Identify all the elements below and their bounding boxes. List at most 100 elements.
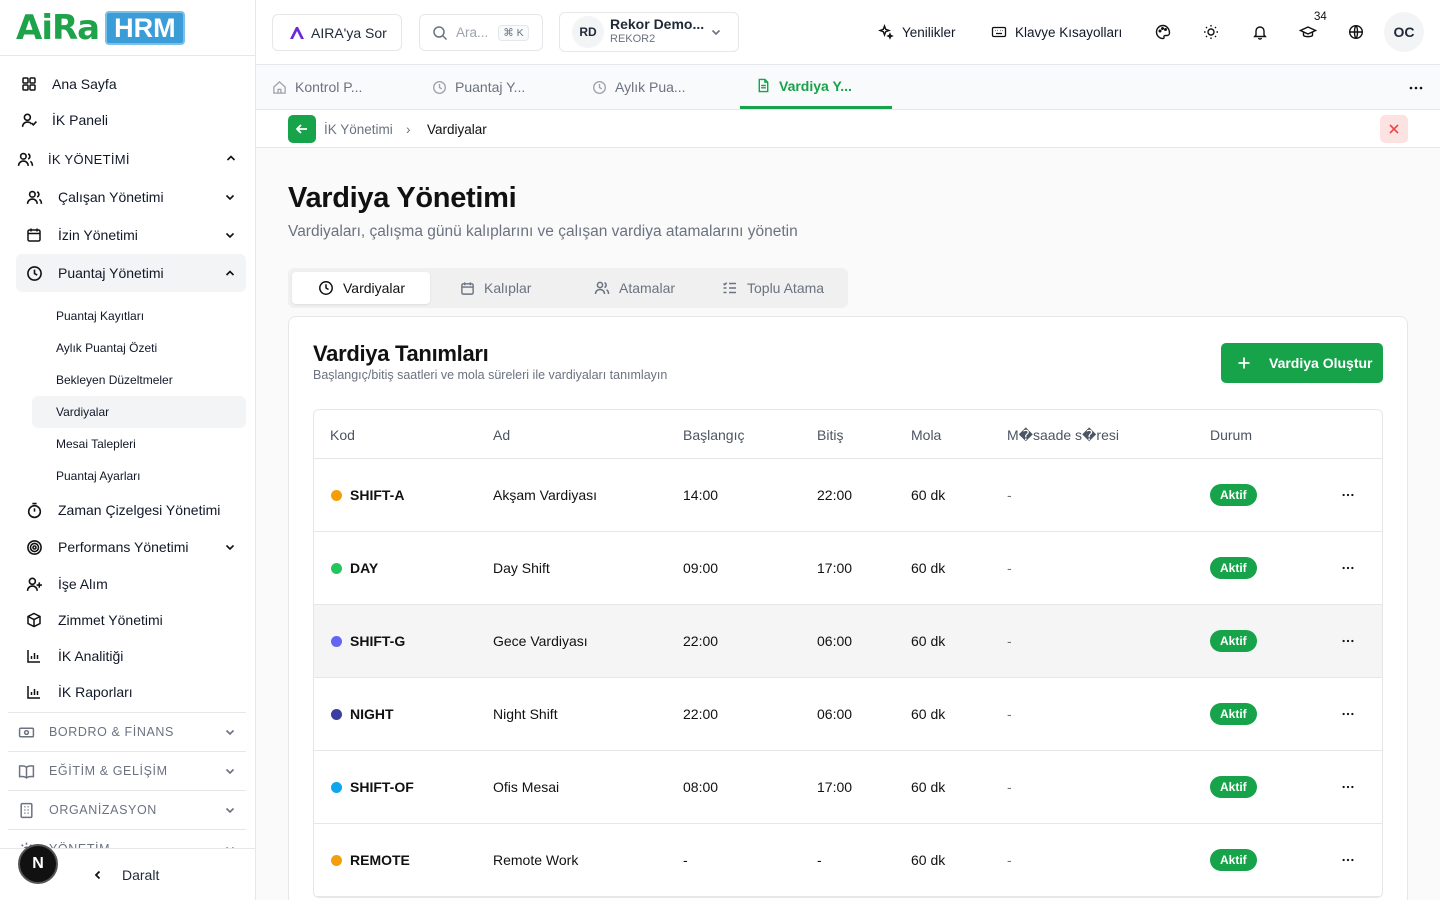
sidebar-leaf-vardiyalar[interactable]: Vardiyalar	[32, 396, 246, 428]
sidebar-item-ik-raporlari[interactable]: İK Raporları	[16, 674, 246, 710]
search-icon	[432, 25, 448, 41]
users-icon	[594, 280, 610, 296]
sidebar-item-label: Performans Yönetimi	[58, 539, 189, 555]
row-actions-icon[interactable]	[1338, 558, 1358, 578]
tab-vardiyalar[interactable]: Vardiyalar	[292, 272, 430, 304]
table-row[interactable]: DAY Day Shift 09:00 17:00 60 dk - Aktif	[314, 532, 1382, 605]
news-button[interactable]: Yenilikler	[878, 0, 956, 64]
table-header: Kod Ad Başlangıç Bitiş Mola M�saade s�re…	[314, 410, 1382, 459]
users-icon	[16, 150, 34, 168]
sidebar-leaf-aylik-puantaj-ozeti[interactable]: Aylık Puantaj Özeti	[32, 332, 246, 364]
create-shift-label: Vardiya Oluştur	[1269, 355, 1373, 371]
tab-label: Atamalar	[619, 280, 676, 296]
chevron-down-icon	[224, 540, 236, 556]
sidebar-item-ik-analitigi[interactable]: İK Analitiği	[16, 638, 246, 674]
tab-kaliplar[interactable]: Kalıplar	[434, 272, 564, 304]
palette-icon[interactable]	[1155, 0, 1171, 64]
sidebar-leaf-puantaj-ayarlari[interactable]: Puantaj Ayarları	[32, 460, 246, 492]
shift-start: 22:00	[683, 633, 719, 649]
sidebar-item-label: İşe Alım	[58, 576, 108, 592]
shift-name: Ofis Mesai	[493, 779, 560, 795]
row-actions-icon[interactable]	[1338, 631, 1358, 651]
company-switcher[interactable]: RD Rekor Demo... REKOR2	[559, 12, 739, 52]
row-actions-icon[interactable]	[1338, 485, 1358, 505]
sidebar-group-organizasyon[interactable]: ORGANİZASYON	[8, 790, 246, 829]
sidebar-item-performans-yonetimi[interactable]: Performans Yönetimi	[16, 528, 246, 566]
shift-start: 14:00	[683, 487, 719, 503]
row-actions-icon[interactable]	[1338, 704, 1358, 724]
bell-icon[interactable]	[1252, 0, 1268, 64]
card-title: Vardiya Tanımları	[313, 341, 489, 366]
column-header-musaade-suresi[interactable]: M�saade s�resi	[1007, 427, 1119, 444]
target-icon	[26, 539, 44, 556]
close-page-button[interactable]	[1380, 115, 1408, 143]
sidebar-item-puantaj-yonetimi[interactable]: Puantaj Yönetimi	[16, 254, 246, 292]
user-avatar[interactable]: OC	[1384, 12, 1424, 52]
sidebar-item-ise-alim[interactable]: İşe Alım	[16, 566, 246, 602]
shift-grace: -	[1007, 852, 1012, 868]
theme-toggle-sun-icon[interactable]	[1203, 0, 1219, 64]
keyboard-shortcuts-button[interactable]: Klavye Kısayolları	[991, 0, 1122, 64]
globe-icon[interactable]	[1348, 0, 1364, 64]
list-check-icon	[722, 280, 738, 296]
page-tab-kontrol-paneli[interactable]: Kontrol P...	[256, 65, 406, 109]
row-actions-icon[interactable]	[1338, 777, 1358, 797]
shift-name: Akşam Vardiyası	[493, 487, 597, 503]
sidebar-section-ik-yonetimi[interactable]: İK YÖNETİMİ	[0, 140, 255, 178]
card-subtitle: Başlangıç/bitiş saatleri ve mola süreler…	[313, 368, 668, 382]
table-row[interactable]: SHIFT-G Gece Vardiyası 22:00 06:00 60 dk…	[314, 605, 1382, 678]
sidebar-item-ik-paneli[interactable]: İK Paneli	[0, 102, 255, 138]
sidebar-item-ana-sayfa[interactable]: Ana Sayfa	[0, 66, 255, 102]
search-input[interactable]: Ara... ⌘ K	[419, 14, 543, 51]
page-tab-puantaj-yonetimi[interactable]: Puantaj Y...	[416, 65, 566, 109]
column-header-bitis[interactable]: Bitiş	[817, 427, 843, 443]
sidebar-leaf-mesai-talepleri[interactable]: Mesai Talepleri	[32, 428, 246, 460]
sidebar-item-zaman-cizelgesi[interactable]: Zaman Çizelgesi Yönetimi	[16, 492, 246, 528]
table-row[interactable]: SHIFT-A Akşam Vardiyası 14:00 22:00 60 d…	[314, 459, 1382, 532]
shift-code: DAY	[350, 560, 379, 576]
shift-grace: -	[1007, 706, 1012, 722]
breadcrumb-parent[interactable]: İK Yönetimi	[324, 122, 393, 137]
sidebar-group-egitim-gelisim[interactable]: EĞİTİM & GELİŞİM	[8, 751, 246, 790]
sidebar-item-zimmet-yonetimi[interactable]: Zimmet Yönetimi	[16, 602, 246, 638]
sidebar: AiRa HRM Ana Sayfa İK Paneli İK YÖNETİMİ	[0, 0, 256, 900]
table-row[interactable]: NIGHT Night Shift 22:00 06:00 60 dk - Ak…	[314, 678, 1382, 751]
shift-start: 08:00	[683, 779, 719, 795]
logo-hrm-badge: HRM	[105, 10, 185, 45]
row-actions-icon[interactable]	[1338, 850, 1358, 870]
ask-aira-button[interactable]: AIRA'ya Sor	[272, 14, 402, 51]
grid-icon	[20, 75, 38, 93]
sidebar-group-bordro-finans[interactable]: BORDRO & FİNANS	[8, 712, 246, 751]
page-tab-aylik-puantaj[interactable]: Aylık Pua...	[576, 65, 726, 109]
graduation-cap-icon[interactable]	[1299, 0, 1317, 64]
sidebar-section-label: İK YÖNETİMİ	[48, 151, 130, 167]
table-row[interactable]: SHIFT-OF Ofis Mesai 08:00 17:00 60 dk - …	[314, 751, 1382, 824]
create-shift-button[interactable]: Vardiya Oluştur	[1221, 343, 1383, 383]
sidebar-leaf-puantaj-kayitlari[interactable]: Puantaj Kayıtları	[32, 300, 246, 332]
more-horizontal-icon[interactable]	[1408, 80, 1424, 96]
column-header-mola[interactable]: Mola	[911, 427, 941, 443]
chevron-left-icon	[92, 869, 104, 881]
column-header-kod[interactable]: Kod	[330, 427, 355, 443]
keyboard-icon	[991, 24, 1007, 40]
back-button[interactable]	[288, 115, 316, 143]
shift-name: Day Shift	[493, 560, 550, 576]
sidebar-item-izin-yonetimi[interactable]: İzin Yönetimi	[16, 216, 246, 254]
timer-icon	[26, 502, 44, 519]
shift-code: SHIFT-G	[350, 633, 406, 649]
tab-atamalar[interactable]: Atamalar	[568, 272, 698, 304]
sidebar-item-calisan-yonetimi[interactable]: Çalışan Yönetimi	[16, 178, 246, 216]
page-tab-vardiya-yonetimi[interactable]: Vardiya Y...	[740, 65, 892, 109]
column-header-durum[interactable]: Durum	[1210, 427, 1252, 443]
dev-tools-badge[interactable]: N	[18, 844, 58, 884]
column-header-ad[interactable]: Ad	[493, 427, 510, 443]
column-header-baslangic[interactable]: Başlangıç	[683, 427, 744, 443]
logo[interactable]: AiRa HRM	[0, 0, 255, 56]
chevron-down-icon	[224, 228, 236, 244]
sidebar-leaf-bekleyen-duzeltmeler[interactable]: Bekleyen Düzeltmeler	[32, 364, 246, 396]
logo-aira-text: AiRa	[16, 7, 100, 48]
chevron-down-icon	[224, 765, 236, 780]
table-row[interactable]: REMOTE Remote Work - - 60 dk - Aktif	[314, 824, 1382, 897]
tab-toplu-atama[interactable]: Toplu Atama	[696, 272, 844, 304]
bar-chart-icon	[26, 684, 44, 700]
